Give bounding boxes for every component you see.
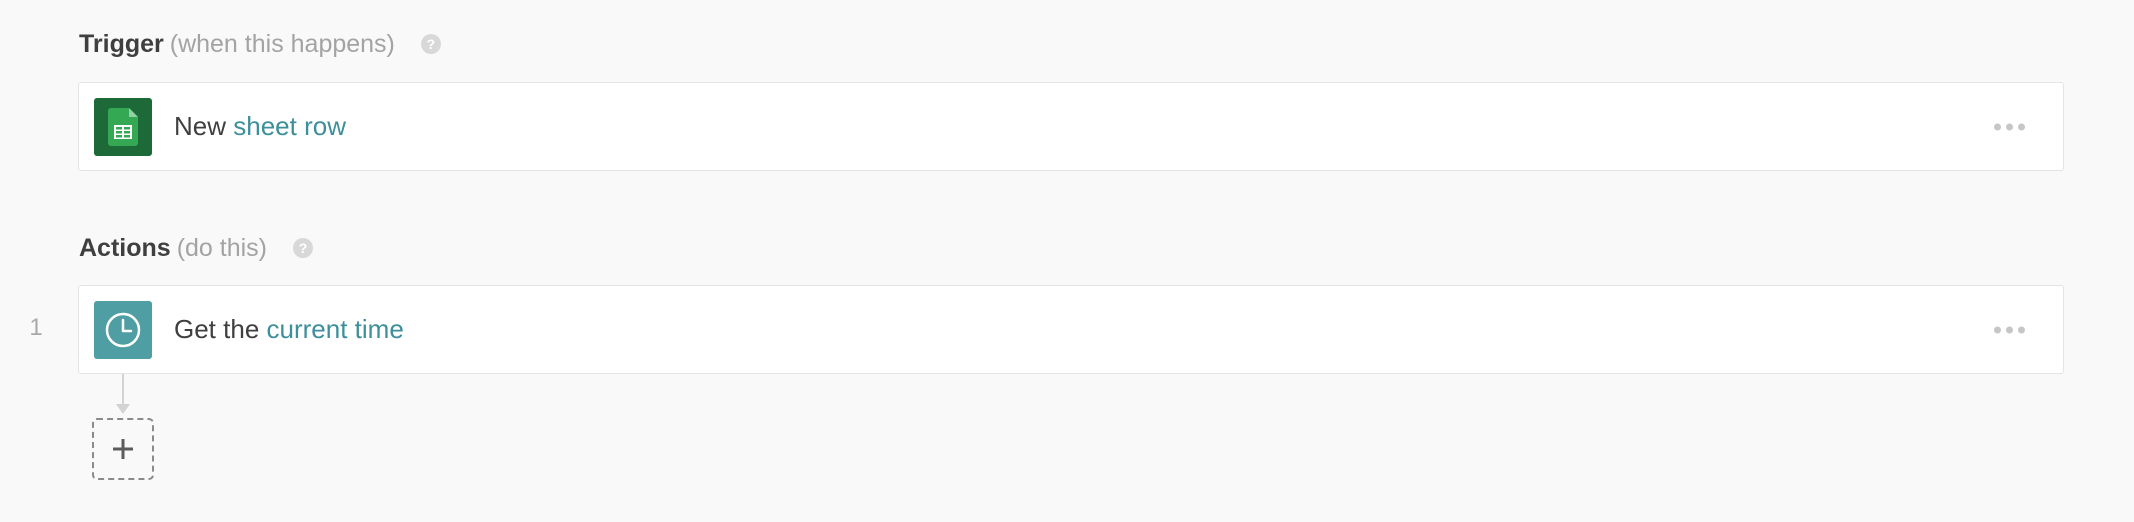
add-step-button[interactable] <box>92 418 154 480</box>
action-link[interactable]: current time <box>267 314 404 344</box>
plus-icon <box>113 439 133 459</box>
help-icon[interactable]: ? <box>293 238 313 258</box>
actions-title: Actions <box>79 234 171 262</box>
trigger-header: Trigger (when this happens) ? <box>79 29 441 59</box>
trigger-title: Trigger <box>79 30 164 58</box>
more-options-icon[interactable] <box>1988 320 2031 339</box>
clock-icon <box>94 300 152 359</box>
google-sheets-icon <box>94 97 152 156</box>
trigger-link[interactable]: sheet row <box>233 111 346 141</box>
action-description: Get the current time <box>174 314 404 345</box>
trigger-card[interactable]: New sheet row <box>78 82 2064 171</box>
arrow-down-icon <box>116 404 130 414</box>
actions-subtitle: (do this) <box>176 234 267 262</box>
step-number: 1 <box>29 314 43 341</box>
actions-header: Actions (do this) ? <box>79 233 313 263</box>
connector-line <box>122 374 124 408</box>
action-card[interactable]: Get the current time <box>78 285 2064 374</box>
trigger-prefix: New <box>174 111 227 141</box>
trigger-subtitle: (when this happens) <box>169 30 395 58</box>
help-icon[interactable]: ? <box>420 34 441 54</box>
action-prefix: Get the <box>174 314 260 344</box>
trigger-description: New sheet row <box>174 111 346 142</box>
workflow-editor: Trigger (when this happens) ? New sheet … <box>0 0 2134 522</box>
more-options-icon[interactable] <box>1988 117 2031 136</box>
